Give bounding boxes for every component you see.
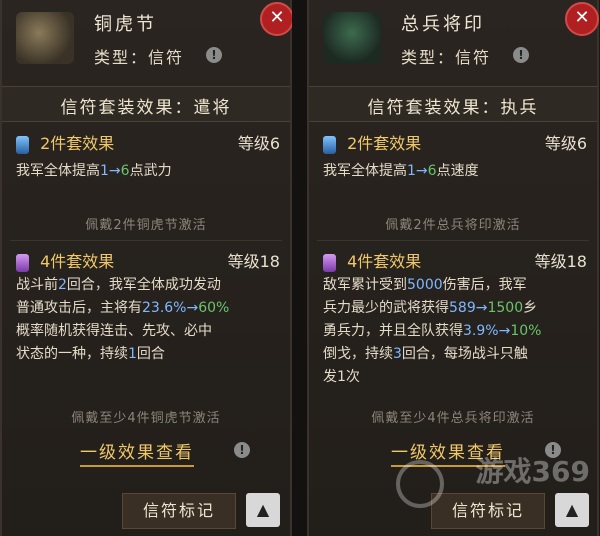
text: 回合，每场战斗只触 — [401, 346, 528, 362]
item-header: 铜虎节 类型：信符 ! ✕ — [2, 0, 294, 86]
text: 概率随机获得连击、先攻、必中 — [16, 323, 212, 339]
mark-button[interactable]: 信符标记 — [431, 493, 545, 529]
tier4-label: 4件套效果 — [40, 252, 115, 271]
value-from: 23.6% — [142, 300, 187, 316]
text: 伤害后，我军 — [442, 277, 527, 293]
info-icon[interactable]: ! — [206, 47, 222, 63]
text: 点速度 — [436, 163, 479, 179]
text: 我军全体提高 — [16, 163, 100, 179]
arrow: → — [415, 163, 428, 179]
text: 状态的一种，持续 — [16, 346, 128, 362]
blue-gem-icon — [323, 135, 336, 154]
value: 5000 — [407, 277, 443, 293]
tier4-description: 战斗前2回合，我军全体成功发动 普通攻击后，主将有23.6%→60% 概率随机获… — [16, 274, 278, 366]
text: 回合，我军全体成功发动 — [66, 277, 221, 293]
info-icon[interactable]: ! — [234, 442, 250, 458]
tier4-label: 4件套效果 — [347, 252, 422, 271]
item-type: 类型：信符 — [401, 48, 492, 67]
value-from: 589 — [449, 300, 476, 316]
value-from: 3.9% — [463, 323, 499, 339]
value-from: 1 — [407, 163, 416, 179]
item-type: 类型：信符 — [94, 48, 185, 67]
tier2-hint: 佩戴2件总兵将印激活 — [385, 218, 521, 233]
value-to: 6 — [427, 163, 437, 179]
set-effect-title: 信符套装效果：执兵 — [367, 98, 539, 118]
value-to: 10% — [510, 323, 542, 339]
divider — [10, 240, 282, 241]
expand-up-button[interactable]: ▲ — [246, 493, 280, 527]
close-button[interactable]: ✕ — [260, 2, 294, 36]
set-effect-header: 信符套装效果：遣将 — [2, 86, 290, 122]
mark-button[interactable]: 信符标记 — [122, 493, 236, 529]
watermark-logo-icon — [396, 460, 444, 508]
value: 2 — [58, 277, 67, 293]
purple-gem-icon — [16, 253, 29, 272]
value-to: 6 — [120, 163, 130, 179]
value: 1 — [128, 346, 137, 362]
tier2-description: 我军全体提高1→6点速度 — [323, 160, 585, 183]
purple-gem-icon — [323, 253, 336, 272]
tier4-header: 4件套效果 等级18 — [323, 248, 587, 272]
text: 我军全体提高 — [323, 163, 407, 179]
level1-effect-link[interactable]: 一级效果查看 — [80, 438, 194, 467]
tier2-header: 2件套效果 等级6 — [16, 130, 280, 154]
tier4-level: 等级18 — [227, 252, 280, 271]
text: 勇兵力，并且全队获得 — [323, 323, 463, 339]
tier2-description: 我军全体提高1→6点武力 — [16, 160, 278, 183]
tier4-description: 敌军累计受到5000伤害后，我军 兵力最少的武将获得589→1500乡 勇兵力，… — [323, 274, 585, 389]
tiger-tally-icon — [16, 12, 74, 64]
value: 3 — [393, 346, 402, 362]
tier2-level: 等级6 — [544, 134, 587, 153]
text: 兵力最少的武将获得 — [323, 300, 449, 316]
set-effect-header: 信符套装效果：执兵 — [309, 86, 597, 122]
value-from: 1 — [100, 163, 109, 179]
close-button[interactable]: ✕ — [565, 2, 599, 36]
arrow: → — [186, 300, 199, 316]
info-icon[interactable]: ! — [513, 47, 529, 63]
divider — [317, 240, 589, 241]
text: 倒戈，持续 — [323, 346, 393, 362]
text: 普通攻击后，主将有 — [16, 300, 142, 316]
arrow: → — [475, 300, 488, 316]
value-to: 60% — [198, 300, 230, 316]
text: 回合 — [136, 346, 165, 362]
item-name: 铜虎节 — [94, 14, 157, 35]
arrow: → — [498, 323, 511, 339]
blue-gem-icon — [16, 135, 29, 154]
tier2-label: 2件套效果 — [40, 134, 115, 153]
text: 乡 — [523, 300, 538, 316]
text: 敌军累计受到 — [323, 277, 407, 293]
tier2-level: 等级6 — [237, 134, 280, 153]
arrow: → — [108, 163, 121, 179]
seal-icon — [323, 12, 381, 64]
expand-up-button[interactable]: ▲ — [555, 493, 589, 527]
item-name: 总兵将印 — [401, 14, 485, 35]
item-header: 总兵将印 类型：信符 ! ✕ — [309, 0, 599, 86]
left-item-panel: 铜虎节 类型：信符 ! ✕ 信符套装效果：遣将 2件套效果 等级6 我军全体提高… — [0, 0, 294, 536]
tier2-header: 2件套效果 等级6 — [323, 130, 587, 154]
tier4-header: 4件套效果 等级18 — [16, 248, 280, 272]
panel-divider — [292, 0, 307, 536]
text: 点武力 — [129, 163, 172, 179]
tier4-level: 等级18 — [534, 252, 587, 271]
set-effect-title: 信符套装效果：遣将 — [60, 98, 232, 118]
tier4-hint: 佩戴至少4件铜虎节激活 — [71, 411, 221, 426]
tier2-label: 2件套效果 — [347, 134, 422, 153]
tier4-hint: 佩戴至少4件总兵将印激活 — [371, 411, 535, 426]
watermark: 游戏369 — [475, 455, 590, 488]
text: 发1次 — [323, 369, 360, 385]
value-to: 1500 — [487, 300, 524, 316]
tier2-hint: 佩戴2件铜虎节激活 — [85, 218, 207, 233]
text: 战斗前 — [16, 277, 58, 293]
